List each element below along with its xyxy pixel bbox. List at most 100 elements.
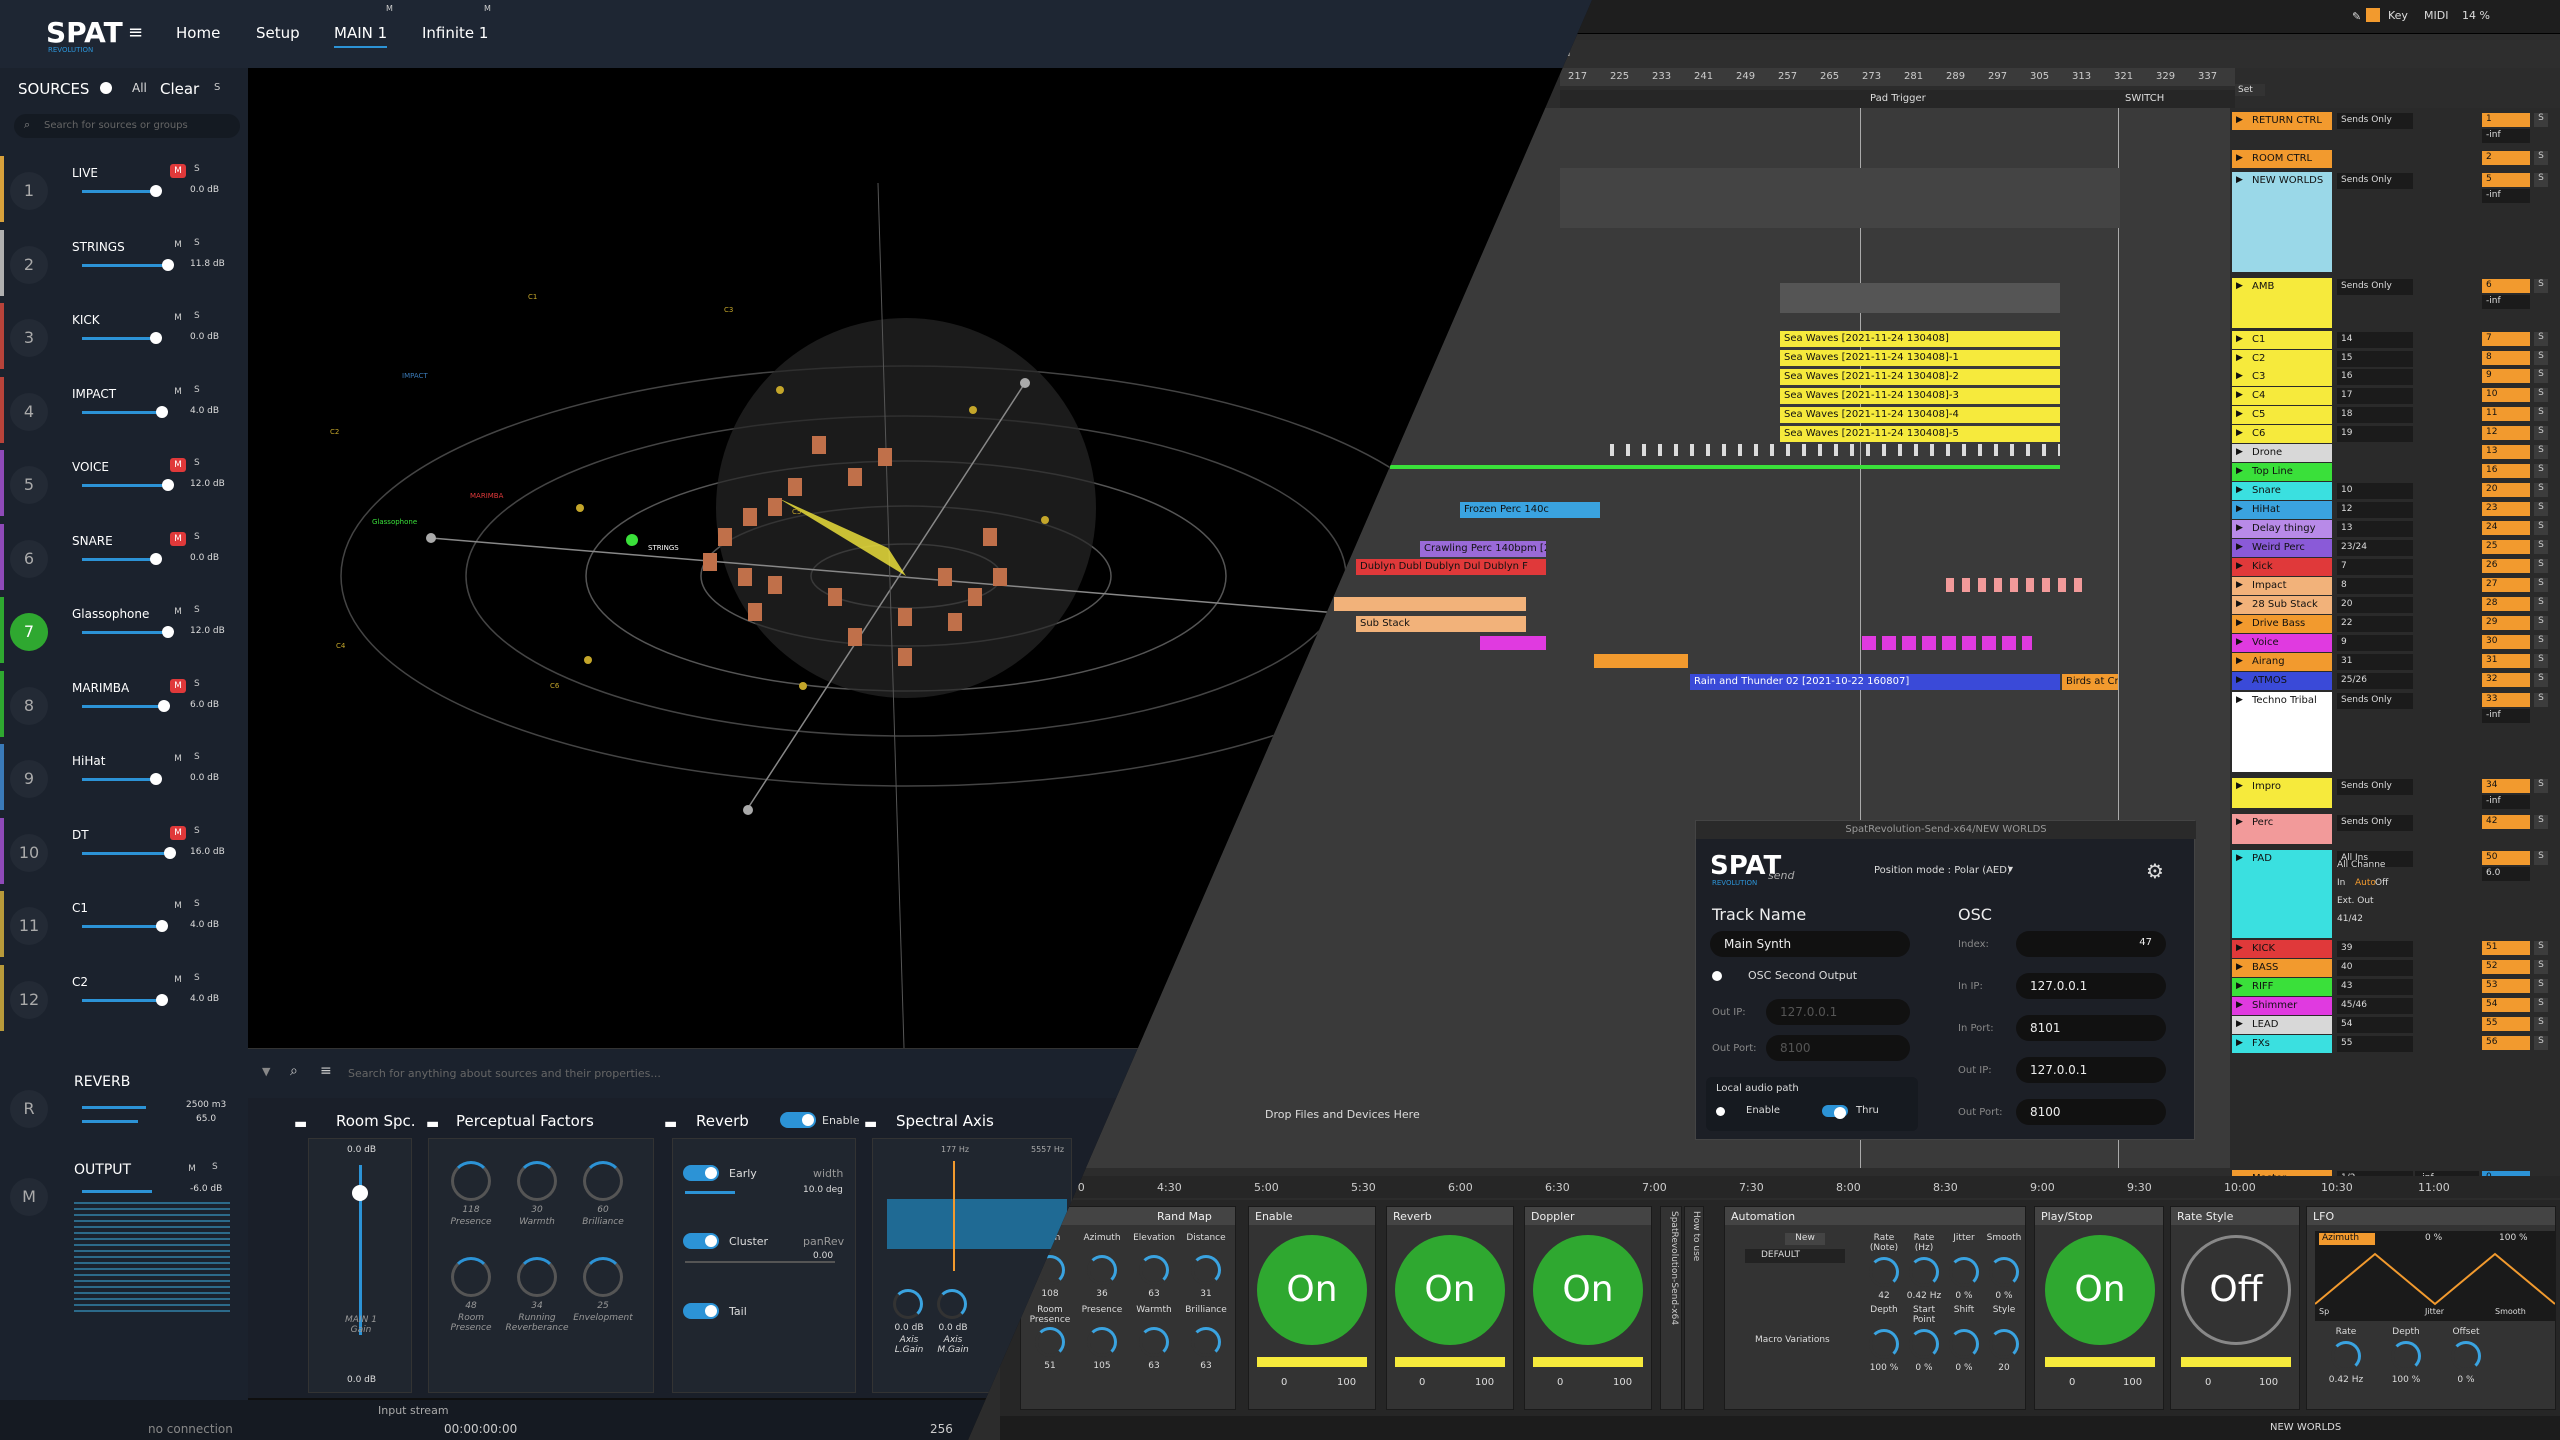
pencil-icon[interactable]: ✎ <box>2352 10 2361 23</box>
list-icon[interactable]: ≡ <box>320 1063 332 1079</box>
track-name[interactable]: ATMOS <box>2232 672 2332 690</box>
source-row[interactable]: 8 MARIMBA M S 6.0 dB <box>0 667 240 741</box>
track-solo-button[interactable]: S <box>2534 464 2548 478</box>
track-input-select[interactable]: Sends Only <box>2337 693 2413 709</box>
track-solo-button[interactable]: S <box>2534 673 2548 687</box>
track-volume[interactable]: 24 <box>2482 521 2530 535</box>
automation-knob[interactable] <box>1949 1329 1979 1359</box>
rate-style-range[interactable] <box>2181 1357 2291 1367</box>
macro-knob[interactable] <box>1139 1327 1169 1357</box>
source-mute-button[interactable]: M <box>170 752 186 766</box>
track-header[interactable]: Voice ▶ 9 30 S <box>2230 634 2560 652</box>
axis-mgain-knob[interactable] <box>937 1289 967 1319</box>
track-volume[interactable]: 30 <box>2482 635 2530 649</box>
output-mute[interactable]: M <box>184 1162 200 1176</box>
track-solo-button[interactable]: S <box>2534 151 2548 165</box>
clip-rain-thunder[interactable]: Rain and Thunder 02 [2021-10-22 160807] <box>1690 674 2060 690</box>
source-mute-button[interactable]: M <box>170 385 186 399</box>
property-search-input[interactable]: Search for anything about sources and th… <box>348 1067 661 1080</box>
room-collapse-icon[interactable]: ▬ <box>294 1116 307 1132</box>
reverb-source-row[interactable]: R REVERB 2500 m3 65.0 <box>0 1070 240 1144</box>
source-index[interactable]: 11 <box>10 907 48 945</box>
width-slider[interactable] <box>685 1191 735 1194</box>
source-solo-button[interactable]: S <box>194 238 200 248</box>
track-solo-button[interactable]: S <box>2534 1017 2548 1031</box>
track-play-icon[interactable]: ▶ <box>2236 281 2243 291</box>
track-solo-button[interactable]: S <box>2534 332 2548 346</box>
source-row[interactable]: 6 SNARE M S 0.0 dB <box>0 520 240 594</box>
source-mute-button[interactable]: M <box>170 238 186 252</box>
source-index[interactable]: 4 <box>10 392 48 431</box>
clip-birds[interactable]: Birds at Cr <box>2062 674 2118 690</box>
track-name[interactable]: Techno Tribal <box>2232 692 2332 772</box>
source-row[interactable]: 12 C2 M S 4.0 dB <box>0 961 240 1035</box>
track-volume[interactable]: 50 <box>2482 851 2530 865</box>
source-mute-button[interactable]: M <box>170 899 186 913</box>
track-solo-button[interactable]: S <box>2534 693 2548 707</box>
source-solo-button[interactable]: S <box>194 311 200 321</box>
solo-all-button[interactable]: S <box>214 82 220 93</box>
source-gain-slider[interactable] <box>82 410 160 414</box>
source-index[interactable]: 3 <box>10 319 48 357</box>
out-ip-field[interactable]: 127.0.0.1 <box>1766 999 1910 1025</box>
track-header[interactable]: RETURN CTRL ▶ Sends Only 1 S -inf <box>2230 112 2560 143</box>
tail-toggle[interactable] <box>683 1303 719 1319</box>
track-solo-button[interactable]: S <box>2534 445 2548 459</box>
track-solo-button[interactable]: S <box>2534 351 2548 365</box>
lfo-knob[interactable] <box>2451 1341 2481 1371</box>
track-solo-button[interactable]: S <box>2534 635 2548 649</box>
osc-out-ip-field[interactable]: 127.0.0.1 <box>2016 1057 2166 1083</box>
track-play-icon[interactable]: ▶ <box>2236 466 2243 476</box>
source-gain-handle[interactable] <box>156 993 168 1006</box>
track-header[interactable]: FXs ▶ 55 56 S <box>2230 1035 2560 1053</box>
play-stop-range[interactable] <box>2045 1357 2155 1367</box>
track-header[interactable]: Top Line ▶ 16 S <box>2230 463 2560 481</box>
track-volume[interactable]: 29 <box>2482 616 2530 630</box>
output-solo[interactable]: S <box>212 1162 218 1172</box>
track-name[interactable]: Impro <box>2232 778 2332 808</box>
automation-knob[interactable] <box>1909 1257 1939 1287</box>
track-volume-db[interactable]: -inf <box>2482 295 2530 309</box>
track-solo-button[interactable]: S <box>2534 388 2548 402</box>
macro-knob[interactable] <box>1191 1327 1221 1357</box>
track-header[interactable]: Drone ▶ 13 S <box>2230 444 2560 462</box>
track-volume[interactable]: 27 <box>2482 578 2530 592</box>
source-gain-slider[interactable] <box>82 925 160 928</box>
track-input-select[interactable]: Sends Only <box>2337 779 2413 795</box>
track-header[interactable]: KICK ▶ 39 51 S <box>2230 940 2560 958</box>
track-volume[interactable]: 6 <box>2482 279 2530 293</box>
midi-map-label[interactable]: MIDI <box>2424 9 2448 22</box>
source-row[interactable]: 2 STRINGS M S 11.8 dB <box>0 226 240 300</box>
drone-clip[interactable] <box>1610 444 2060 456</box>
track-input-select[interactable]: 40 <box>2337 960 2413 976</box>
room-gain-handle[interactable] <box>352 1185 368 1201</box>
track-play-icon[interactable]: ▶ <box>2236 334 2243 344</box>
track-play-icon[interactable]: ▶ <box>2236 1019 2243 1029</box>
automation-knob[interactable] <box>1909 1329 1939 1359</box>
track-volume[interactable]: 26 <box>2482 559 2530 573</box>
track-input-select[interactable]: 9 <box>2337 635 2413 651</box>
source-gain-slider[interactable] <box>82 263 166 267</box>
locator-pad-trigger[interactable]: Pad Trigger <box>1870 93 1926 104</box>
track-name[interactable]: LEAD <box>2232 1016 2332 1034</box>
track-volume[interactable]: 42 <box>2482 815 2530 829</box>
source-index[interactable]: 7 <box>10 613 48 651</box>
enable-max[interactable]: 100 <box>1337 1377 1356 1388</box>
track-play-icon[interactable]: ▶ <box>2236 943 2243 953</box>
track-input-select[interactable]: 17 <box>2337 388 2413 404</box>
how-to-use-tab[interactable]: How to use <box>1684 1206 1704 1410</box>
track-header[interactable]: C2 ▶ 15 8 S <box>2230 350 2560 368</box>
lfo-knob[interactable] <box>2391 1341 2421 1371</box>
sea-waves-clip[interactable]: Sea Waves [2021-11-24 130408]-4 <box>1780 407 2060 423</box>
pad-monitor-in[interactable]: In <box>2337 878 2345 888</box>
nav-setup[interactable]: Setup <box>256 24 300 42</box>
lfo-display[interactable]: Azimuth 0 % 100 % Sp Jitter Smooth <box>2315 1231 2555 1321</box>
reverb-size-slider[interactable] <box>82 1106 146 1109</box>
source-row[interactable]: 1 LIVE M S 0.0 dB <box>0 152 240 226</box>
track-volume[interactable]: 11 <box>2482 407 2530 421</box>
voice-clip[interactable] <box>1480 636 1546 650</box>
track-input-select[interactable]: 39 <box>2337 941 2413 957</box>
source-gain-handle[interactable] <box>156 920 168 932</box>
track-volume[interactable]: 31 <box>2482 654 2530 668</box>
track-play-icon[interactable]: ▶ <box>2236 1000 2243 1010</box>
